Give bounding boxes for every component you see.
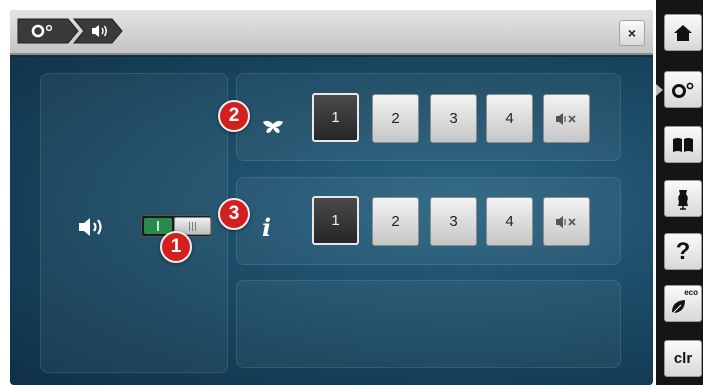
toggle-on-indicator: [144, 218, 172, 234]
tutorial-button[interactable]: [664, 126, 702, 163]
book-icon: [673, 137, 693, 152]
mute-icon: [555, 112, 576, 125]
callout-badge-2: 2: [218, 100, 250, 132]
stitch-sound-level-2[interactable]: 2: [372, 94, 419, 143]
home-button[interactable]: [664, 14, 702, 51]
butterfly-icon: [263, 120, 283, 133]
info-sound-level-2[interactable]: 2: [372, 197, 419, 246]
sewing-consultant-button[interactable]: [664, 180, 702, 217]
stitch-sound-level-3[interactable]: 3: [430, 94, 477, 143]
dress-form-icon: [678, 189, 688, 210]
help-icon: ?: [675, 237, 691, 265]
home-icon: [674, 24, 692, 41]
active-section-indicator: [656, 84, 663, 96]
breadcrumb: [16, 18, 126, 44]
eco-button[interactable]: eco: [664, 285, 702, 322]
stitch-sound-mute-button[interactable]: [543, 94, 590, 143]
clear-button[interactable]: clr: [664, 340, 702, 377]
callout-badge-3: 3: [218, 198, 250, 230]
info-sound-level-1[interactable]: 1: [312, 196, 359, 245]
settings-button[interactable]: [664, 71, 702, 108]
settings-icon: [672, 82, 694, 98]
empty-panel: [236, 280, 621, 368]
stitch-sound-level-4[interactable]: 4: [486, 94, 533, 143]
help-button[interactable]: ?: [664, 233, 702, 270]
callout-badge-1: 1: [160, 231, 192, 263]
speaker-icon: [79, 218, 102, 236]
right-sidebar: ? eco clr: [656, 0, 703, 385]
title-bar: ×: [10, 10, 653, 55]
info-sound-mute-button[interactable]: [543, 197, 590, 246]
stitch-sound-level-1[interactable]: 1: [312, 93, 359, 142]
mute-icon: [555, 215, 576, 228]
clear-label: clr: [673, 350, 693, 367]
close-button[interactable]: ×: [619, 20, 645, 46]
info-sound-level-4[interactable]: 4: [486, 197, 533, 246]
info-sound-level-3[interactable]: 3: [430, 197, 477, 246]
audio-settings-content: 1 2 3 1 2 3 4 i 1 2 3 4: [10, 57, 653, 385]
info-icon: i: [262, 213, 272, 242]
eco-label: eco: [684, 288, 698, 297]
settings-screen: × 1 2 3 1 2 3 4 i 1 2 3 4: [10, 10, 653, 385]
